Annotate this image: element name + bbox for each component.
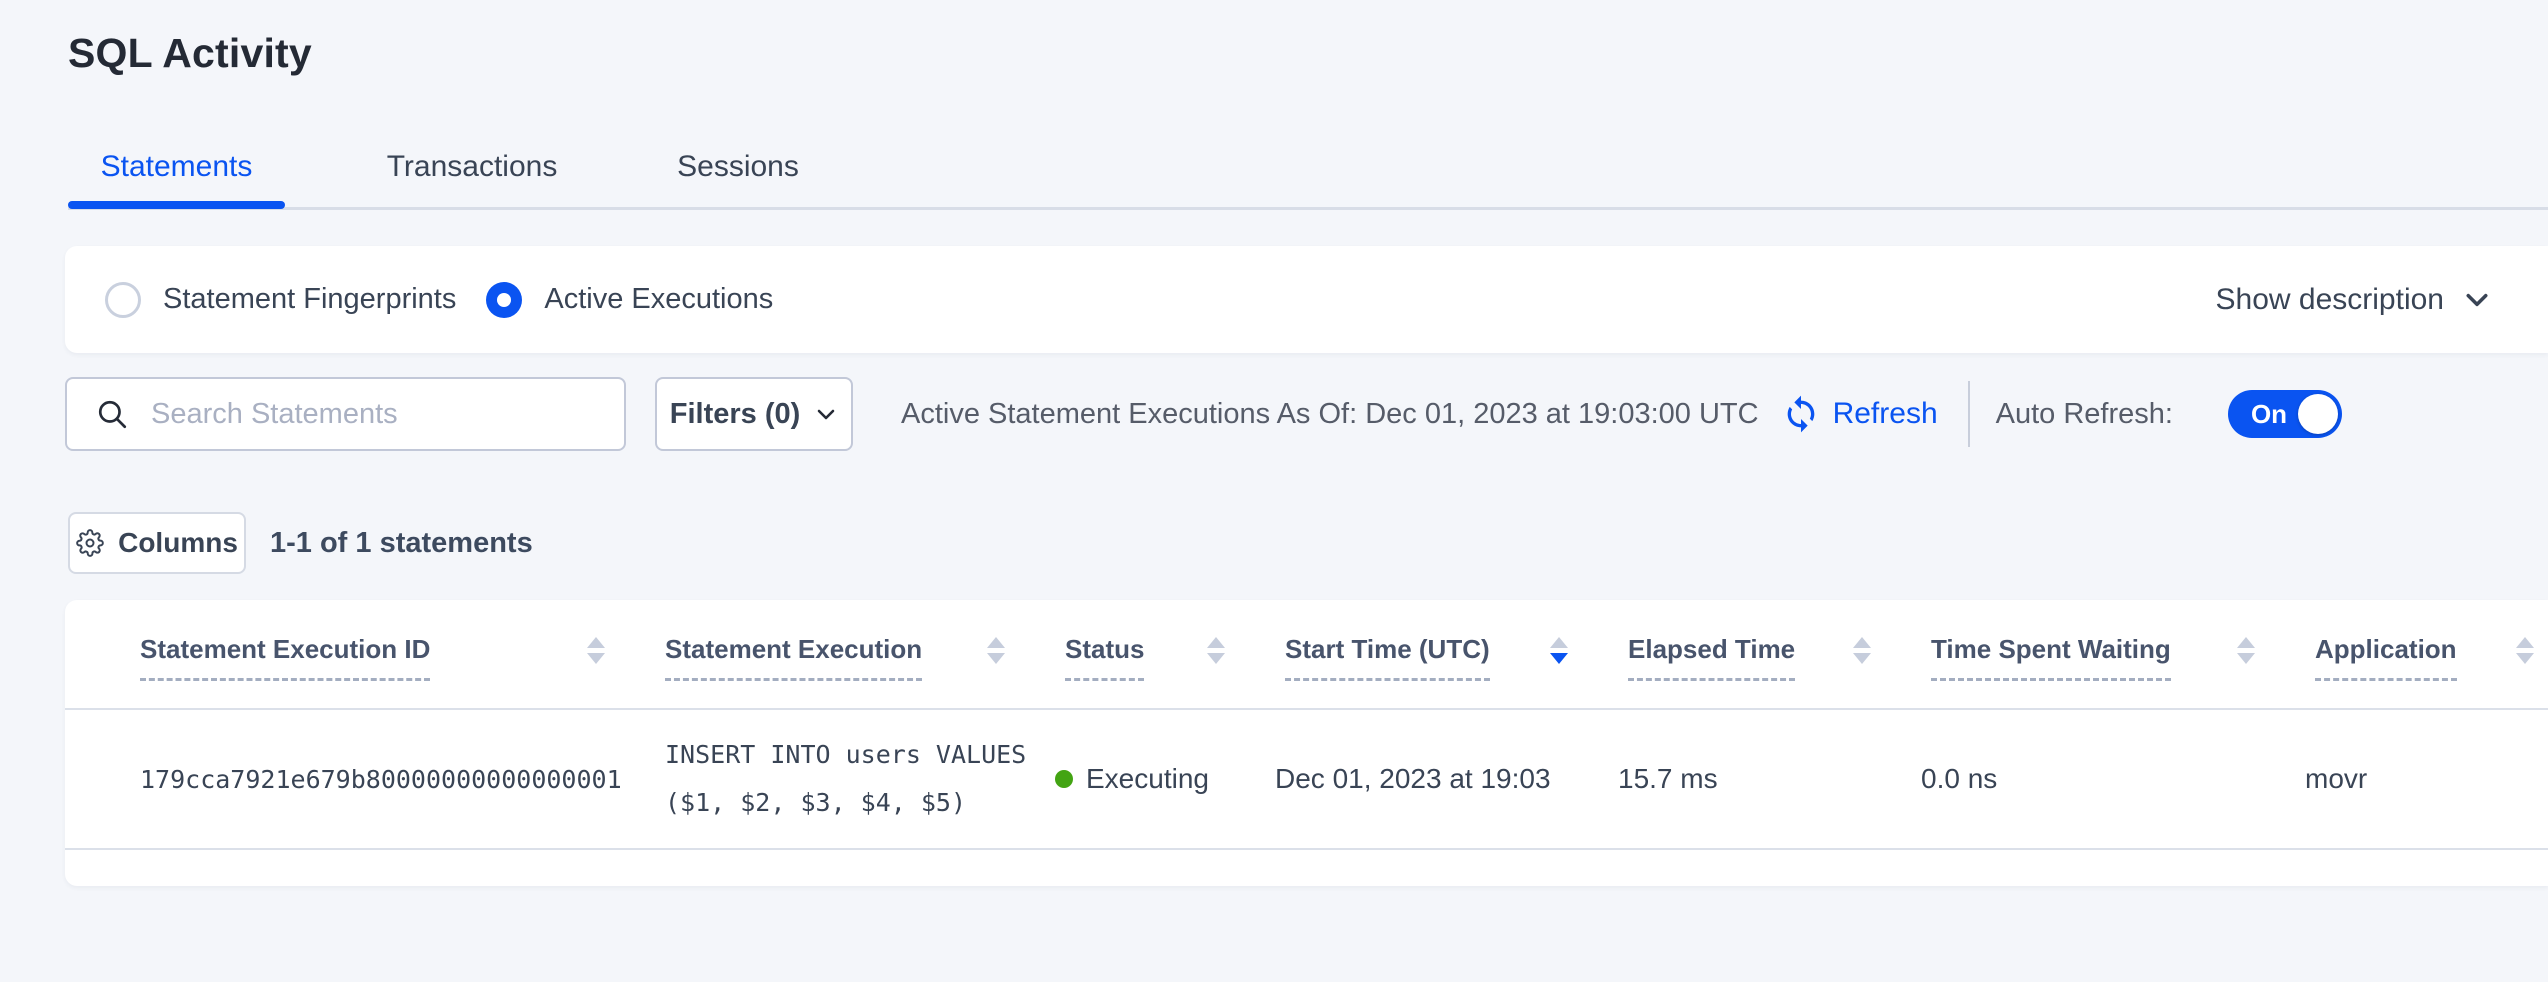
column-header-start-time[interactable]: Start Time (UTC): [1285, 634, 1628, 681]
cell-status: Executing: [1055, 763, 1275, 795]
divider: [1968, 381, 1970, 447]
sort-icon[interactable]: [1207, 637, 1225, 664]
page-title: SQL Activity: [68, 30, 312, 77]
columns-button-label: Columns: [118, 527, 238, 559]
as-of-text: Active Statement Executions As Of: Dec 0…: [901, 398, 1759, 431]
sort-icon-desc-active[interactable]: [1550, 637, 1568, 664]
table-row[interactable]: 179cca7921e679b80000000000000001 INSERT …: [65, 710, 2548, 850]
column-header-elapsed-time[interactable]: Elapsed Time: [1628, 634, 1931, 681]
sort-icon[interactable]: [587, 637, 605, 664]
refresh-icon: [1781, 394, 1821, 434]
cell-application: movr: [2305, 763, 2548, 795]
filters-button-label: Filters (0): [670, 398, 801, 431]
cell-elapsed-time: 15.7 ms: [1618, 763, 1921, 795]
tab-statements[interactable]: Statements: [68, 150, 285, 184]
view-mode-card: Statement Fingerprints Active Executions…: [65, 246, 2548, 353]
radio-label: Active Executions: [544, 283, 773, 316]
status-executing-dot-icon: [1055, 770, 1073, 788]
sort-icon[interactable]: [987, 637, 1005, 664]
search-icon: [95, 397, 129, 431]
columns-button[interactable]: Columns: [68, 512, 246, 574]
sort-icon[interactable]: [2516, 637, 2534, 664]
auto-refresh-label: Auto Refresh:: [1996, 398, 2173, 431]
radio-active-executions[interactable]: Active Executions: [486, 282, 773, 318]
refresh-label: Refresh: [1833, 397, 1938, 431]
radio-statement-fingerprints[interactable]: Statement Fingerprints: [105, 282, 456, 318]
filters-button[interactable]: Filters (0): [655, 377, 853, 451]
column-header-application[interactable]: Application: [2315, 634, 2548, 681]
sort-icon[interactable]: [2237, 637, 2255, 664]
show-description-toggle[interactable]: Show description: [2216, 283, 2492, 317]
radio-selected-icon: [486, 282, 522, 318]
toggle-state-label: On: [2251, 399, 2287, 430]
column-header-time-spent-waiting[interactable]: Time Spent Waiting: [1931, 634, 2315, 681]
cell-statement[interactable]: INSERT INTO users VALUES ($1, $2, $3, $4…: [665, 731, 1055, 827]
chevron-down-icon: [2462, 285, 2492, 315]
column-header-status[interactable]: Status: [1065, 634, 1285, 681]
table-header-row: Statement Execution ID Statement Executi…: [65, 600, 2548, 710]
auto-refresh-toggle[interactable]: On: [2228, 390, 2342, 438]
show-description-label: Show description: [2216, 283, 2444, 317]
refresh-button[interactable]: Refresh: [1781, 394, 1938, 434]
sort-icon[interactable]: [1853, 637, 1871, 664]
tab-transactions[interactable]: Transactions: [356, 150, 588, 184]
tab-sessions[interactable]: Sessions: [643, 150, 833, 184]
statements-table: Statement Execution ID Statement Executi…: [65, 600, 2548, 886]
toggle-knob: [2298, 394, 2338, 434]
cell-start-time: Dec 01, 2023 at 19:03: [1275, 763, 1618, 795]
column-header-statement-execution-id[interactable]: Statement Execution ID: [65, 634, 665, 681]
results-count: 1-1 of 1 statements: [270, 527, 533, 560]
controls-row: Filters (0) Active Statement Executions …: [65, 377, 2548, 451]
radio-label: Statement Fingerprints: [163, 283, 456, 316]
cell-time-spent-waiting: 0.0 ns: [1921, 763, 2305, 795]
search-input[interactable]: [151, 398, 591, 431]
tab-bar: Statements Transactions Sessions: [68, 144, 2548, 210]
chevron-down-icon: [814, 402, 838, 426]
gear-icon: [76, 529, 104, 557]
cell-execution-id[interactable]: 179cca7921e679b80000000000000001: [65, 765, 665, 794]
status-label: Executing: [1086, 763, 1209, 795]
search-input-wrapper: [65, 377, 626, 451]
sql-activity-page: SQL Activity Statements Transactions Ses…: [0, 0, 2548, 982]
column-header-statement-execution[interactable]: Statement Execution: [665, 634, 1065, 681]
results-row: Columns 1-1 of 1 statements: [68, 512, 2548, 574]
radio-unselected-icon: [105, 282, 141, 318]
